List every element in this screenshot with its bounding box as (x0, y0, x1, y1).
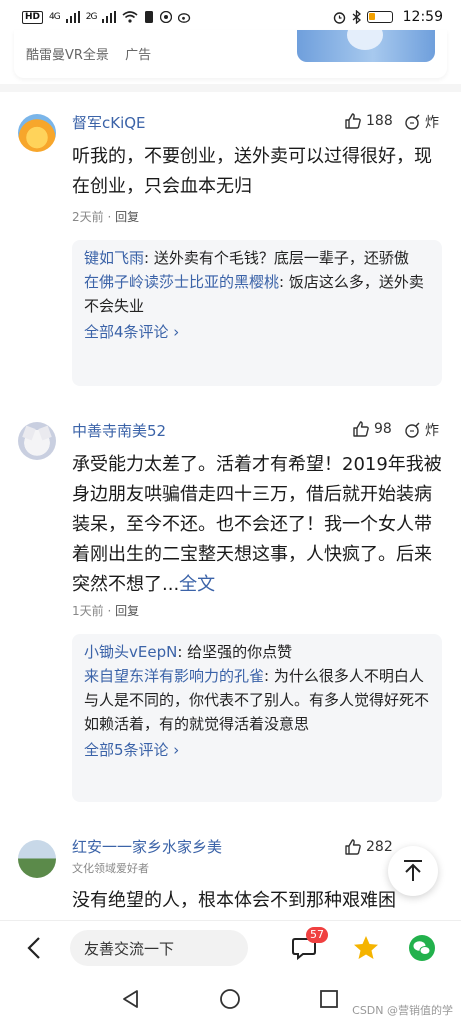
thumbs-up-icon (345, 839, 361, 855)
bomb-label: 炸 (425, 115, 439, 131)
like-count: 282 (366, 839, 393, 855)
reply-box[interactable]: 小锄头vEepN: 给坚强的你点赞 来自望东洋有影响力的孔雀: 为什么很多人不明… (72, 634, 442, 802)
signal-4g-icon: 4G (49, 12, 61, 22)
reply-button[interactable]: 回复 (115, 210, 139, 224)
avatar[interactable] (18, 840, 56, 878)
ad-label: 酷雷曼VR全景 (26, 48, 109, 63)
nav-back-icon[interactable] (120, 988, 142, 1010)
reply-box[interactable]: 键如飞雨: 送外卖有个毛钱？底层一辈子，还骄傲 在佛子岭读莎士比亚的黑樱桃: 饭… (72, 240, 442, 386)
wechat-share-icon[interactable] (408, 934, 436, 962)
nav-home-icon[interactable] (219, 988, 241, 1010)
reply-item[interactable]: 小锄头vEepN: 给坚强的你点赞 (84, 640, 430, 664)
comment-text: 没有绝望的人，根本体会不到那种艰难困 (72, 890, 396, 911)
view-all-replies-link[interactable]: 全部5条评论 › (84, 738, 430, 762)
alarm-icon (333, 11, 345, 24)
arrow-up-to-top-icon (404, 860, 422, 881)
bluetooth-icon (352, 10, 361, 24)
system-nav-bar: CSDN @营销值的学 (0, 974, 461, 1024)
comment-meta: 1天前 · 回复 (72, 604, 140, 618)
ad-card[interactable]: 酷雷曼VR全景 广告 (14, 30, 447, 78)
comment-text: 承受能力太差了。活着才有希望！2019年我被身边朋友哄骗借走四十三万，借后就开始… (72, 454, 442, 595)
comment-time: 1天前 (72, 604, 104, 618)
signal-2g-icon: 2G (85, 12, 98, 22)
star-favorite-icon[interactable] (352, 934, 380, 962)
app-notify-icon (160, 11, 173, 23)
watermark: CSDN @营销值的学 (352, 1004, 453, 1017)
battery-icon (366, 11, 393, 23)
like-count: 98 (374, 421, 392, 437)
reply-item[interactable]: 在佛子岭读莎士比亚的黑樱桃: 饭店这么多，送外卖不会失业 (84, 270, 430, 318)
comment-username[interactable]: 红安一一家乡水家乡美 (72, 836, 222, 857)
bomb-icon (405, 422, 420, 438)
reply-item[interactable]: 键如飞雨: 送外卖有个毛钱？底层一辈子，还骄傲 (84, 246, 430, 270)
thumbs-up-icon (353, 421, 369, 437)
comment-username[interactable]: 中善寺南美52 (72, 420, 166, 441)
nav-recents-icon[interactable] (318, 988, 340, 1010)
weibo-icon (178, 13, 191, 23)
comment-meta: 2天前 · 回复 (72, 210, 140, 224)
expand-full-text-link[interactable]: 全文 (179, 574, 215, 595)
reply-username[interactable]: 键如飞雨 (84, 249, 144, 267)
comment-username[interactable]: 督军cKiQE (72, 112, 146, 133)
wifi-icon (122, 11, 138, 23)
reply-username[interactable]: 小锄头vEepN (84, 643, 177, 661)
bomb-button[interactable]: 炸 (404, 420, 439, 440)
notification-icon (145, 11, 154, 23)
like-count: 188 (366, 113, 393, 129)
ad-tag: 广告 (125, 48, 152, 63)
avatar[interactable] (18, 422, 56, 460)
scroll-to-top-button[interactable] (388, 846, 438, 896)
status-bar: HD 4G 2G 12:59 (0, 0, 461, 34)
back-arrow-icon[interactable] (22, 935, 48, 961)
reply-username[interactable]: 在佛子岭读莎士比亚的黑樱桃 (84, 273, 279, 291)
comment-text: 听我的，不要创业，送外卖可以过得很好，现在创业，只会血本无归 (72, 146, 432, 197)
like-button[interactable]: 188 (344, 112, 393, 130)
section-divider (0, 84, 461, 92)
ad-image[interactable] (297, 30, 435, 62)
like-button[interactable]: 98 (352, 420, 392, 438)
comment-input[interactable]: 友善交流一下 (70, 930, 248, 966)
like-button[interactable]: 282 (344, 838, 393, 856)
thumbs-up-icon (345, 113, 361, 129)
status-time: 12:59 (402, 9, 443, 25)
comment-count-badge: 57 (306, 927, 328, 943)
reply-text: 送外卖有个毛钱？底层一辈子，还骄傲 (153, 249, 409, 267)
comment-input-bar: 友善交流一下 57 (0, 920, 461, 974)
view-all-replies-link[interactable]: 全部4条评论 › (84, 320, 430, 344)
comment-time: 2天前 (72, 210, 104, 224)
reply-button[interactable]: 回复 (115, 604, 139, 618)
reply-item[interactable]: 来自望东洋有影响力的孔雀: 为什么很多人不明白人与人是不同的，你代表不了别人。有… (84, 664, 430, 736)
avatar[interactable] (18, 114, 56, 152)
hd-indicator: HD (22, 10, 44, 24)
signal-bars-icon (65, 11, 80, 23)
signal-bars-icon-2 (102, 11, 117, 23)
bomb-icon (405, 114, 420, 130)
bomb-button[interactable]: 炸 (404, 112, 439, 132)
user-tag: 文化领域爱好者 (72, 862, 149, 875)
bomb-label: 炸 (425, 423, 439, 439)
reply-text: 给坚强的你点赞 (187, 643, 293, 661)
reply-username[interactable]: 来自望东洋有影响力的孔雀 (84, 667, 264, 685)
